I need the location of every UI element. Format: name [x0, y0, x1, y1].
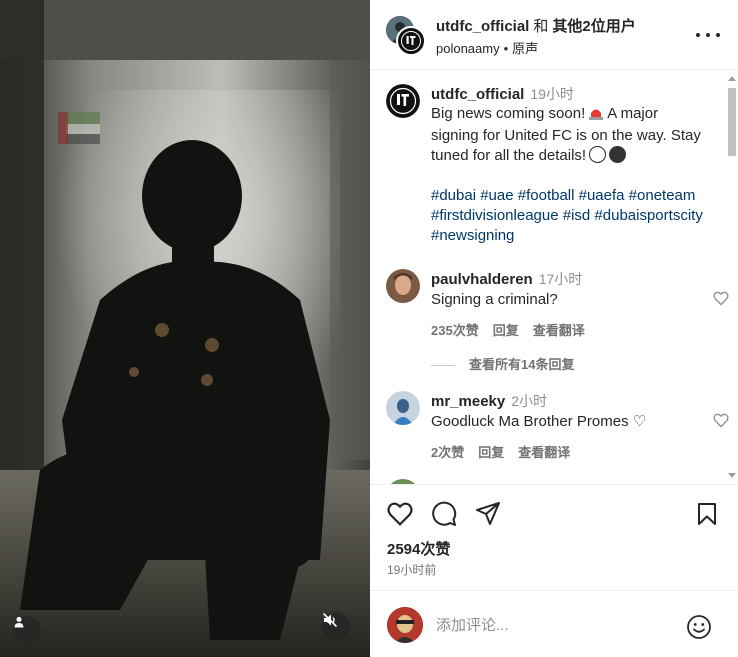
- comment-likes[interactable]: 2次赞: [431, 445, 464, 460]
- commenter-avatar[interactable]: [386, 479, 420, 484]
- post-video[interactable]: [0, 0, 370, 657]
- mute-button[interactable]: [322, 612, 350, 640]
- commenter-username[interactable]: mr_meeky: [431, 393, 505, 410]
- collaborators-link[interactable]: 其他2位用户: [552, 18, 635, 35]
- paper-plane-icon: [476, 502, 500, 525]
- comment-input[interactable]: [436, 613, 666, 637]
- more-dots-icon: [696, 33, 700, 37]
- caption-username[interactable]: utdfc_official: [431, 86, 524, 103]
- post-details-panel: utdfc_official 和其他2位用户 polonaamy • 原声 ut…: [370, 0, 738, 657]
- post-actions: [370, 486, 738, 546]
- utdfc-logo-avatar[interactable]: [396, 26, 426, 56]
- add-comment-bar: [370, 590, 738, 657]
- caption-avatar[interactable]: [386, 84, 420, 118]
- scroll-down-arrow[interactable]: [728, 473, 736, 478]
- comment-text: Goodluck Ma Brother Promes ♡: [431, 413, 647, 430]
- reply-button[interactable]: 回复: [478, 445, 504, 460]
- scroll-thumb[interactable]: [728, 88, 736, 156]
- comment-text: Signing a criminal?: [431, 291, 558, 308]
- location-link[interactable]: polonaamy: [436, 41, 500, 56]
- bookmark-icon: [698, 503, 716, 525]
- speech-bubble-icon: [432, 501, 457, 526]
- reply-button[interactable]: 回复: [493, 323, 519, 338]
- collab-avatars[interactable]: [386, 16, 426, 56]
- more-options-button[interactable]: [696, 26, 720, 44]
- club-crest-icon: [386, 84, 420, 118]
- comment-time[interactable]: 2小时: [511, 393, 547, 409]
- view-replies-button[interactable]: 查看所有14条回复: [431, 354, 574, 373]
- comment-button[interactable]: [430, 500, 458, 528]
- translate-button[interactable]: 查看翻译: [518, 445, 570, 460]
- scroll-up-arrow[interactable]: [728, 76, 736, 81]
- video-frame: [0, 0, 370, 657]
- share-button[interactable]: [474, 500, 502, 528]
- hashtags[interactable]: #dubai #uae #football #uaefa #oneteam #f…: [431, 186, 706, 246]
- comments-scroll-area[interactable]: utdfc_official 19小时 Big news coming soon!…: [370, 71, 738, 485]
- separator: •: [503, 41, 509, 56]
- author-username[interactable]: utdfc_official: [436, 18, 529, 35]
- black-circle-emoji-icon: [609, 146, 627, 163]
- posted-time[interactable]: 19小时前: [387, 561, 436, 578]
- post-header: utdfc_official 和其他2位用户 polonaamy • 原声: [370, 0, 738, 70]
- post-subline: polonaamy • 原声: [436, 38, 538, 57]
- speaker-muted-icon: [322, 612, 338, 628]
- club-crest-icon: [399, 29, 423, 53]
- heart-icon: [387, 502, 413, 526]
- joiner-text: 和: [533, 18, 549, 35]
- likes-count[interactable]: 2594次赞: [387, 538, 450, 559]
- comment-time[interactable]: 17小时: [539, 271, 583, 287]
- white-circle-emoji-icon: [589, 146, 607, 163]
- save-button[interactable]: [693, 500, 721, 528]
- caption-time[interactable]: 19小时: [530, 86, 574, 102]
- translate-button[interactable]: 查看翻译: [533, 323, 585, 338]
- post-author-line: utdfc_official 和其他2位用户: [436, 15, 636, 36]
- original-audio-link[interactable]: 原声: [512, 41, 538, 56]
- siren-emoji-icon: [588, 106, 604, 126]
- like-button[interactable]: [386, 500, 414, 528]
- comment-likes[interactable]: 235次赞: [431, 323, 479, 338]
- smiley-icon: [687, 615, 711, 639]
- commenter-avatar[interactable]: [386, 269, 420, 303]
- caption-text: Big news coming soon! A major signing for…: [431, 105, 701, 164]
- tagged-people-button[interactable]: [13, 616, 41, 644]
- person-icon: [14, 617, 24, 628]
- emoji-button[interactable]: [686, 614, 712, 645]
- comments-scrollbar[interactable]: [726, 76, 736, 478]
- commenter-username[interactable]: paulvhalderen: [431, 271, 533, 288]
- current-user-avatar: [387, 607, 423, 643]
- commenter-avatar[interactable]: [386, 391, 420, 425]
